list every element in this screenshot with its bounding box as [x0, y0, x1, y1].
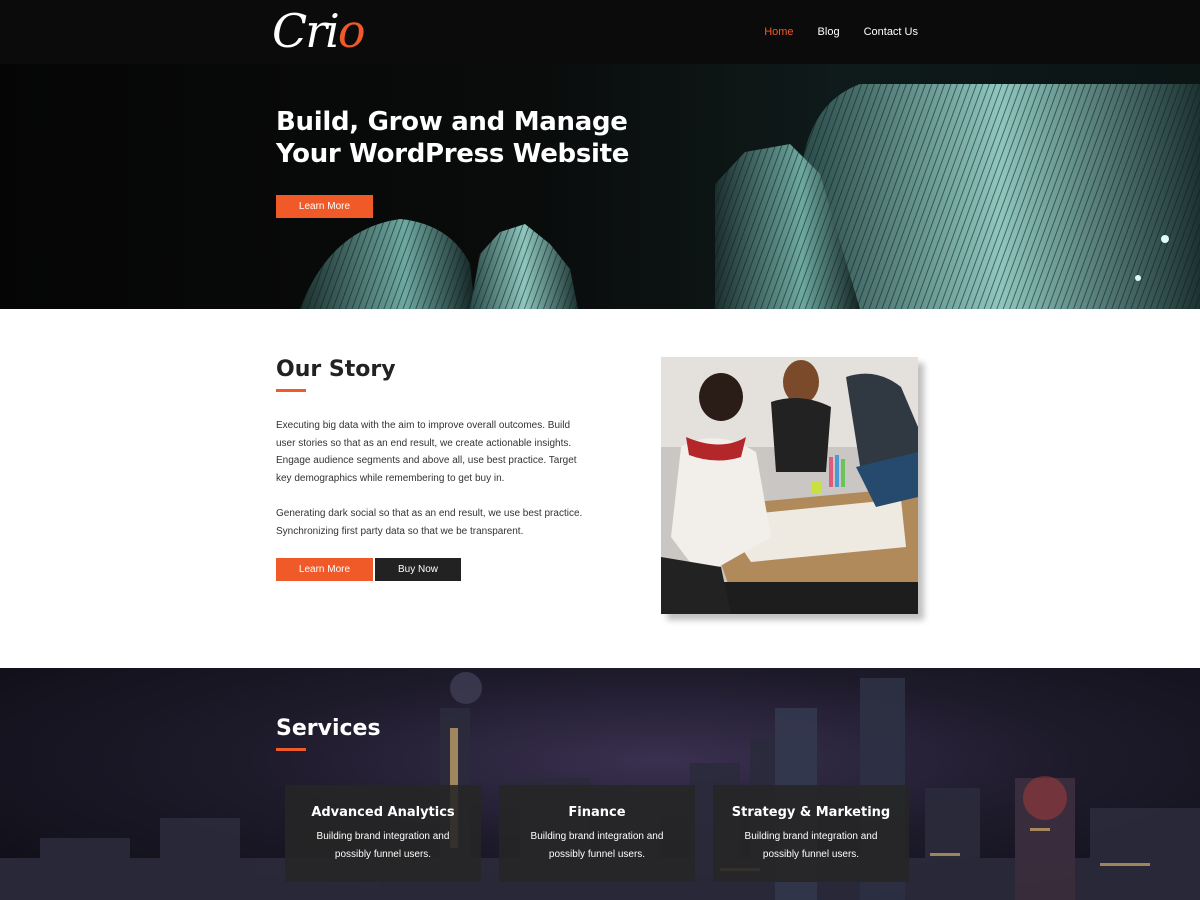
- services-section: Services Advanced Analytics Building bra…: [0, 668, 1200, 900]
- service-card-title: Finance: [568, 805, 626, 820]
- nav-item-blog[interactable]: Blog: [818, 0, 840, 64]
- service-card-strategy[interactable]: Strategy & Marketing Building brand inte…: [713, 785, 909, 882]
- nav-item-home[interactable]: Home: [764, 0, 793, 64]
- story-title: Our Story: [276, 357, 396, 382]
- service-card-title: Strategy & Marketing: [731, 805, 891, 820]
- hero-learn-more-button[interactable]: Learn More: [276, 195, 373, 218]
- hero-title: Build, Grow and Manage Your WordPress We…: [276, 106, 636, 170]
- story-paragraph-1: Executing big data with the aim to impro…: [276, 420, 577, 484]
- story-learn-more-button[interactable]: Learn More: [276, 558, 373, 581]
- main-nav: Home Blog Contact Us: [740, 0, 918, 64]
- hero-banner: Build, Grow and Manage Your WordPress We…: [0, 64, 1200, 309]
- service-card-text: Building brand integration and possibly …: [744, 831, 878, 860]
- hero-skyscrapers-image: [300, 84, 1200, 309]
- site-header: Crio Home Blog Contact Us: [0, 0, 1200, 64]
- services-title: Services: [276, 716, 381, 741]
- team-meeting-photo: [661, 357, 918, 614]
- service-card-text: Building brand integration and possibly …: [316, 831, 450, 860]
- site-logo[interactable]: Crio: [272, 4, 366, 58]
- story-title-underline: [276, 389, 306, 392]
- hero-title-line2: Your WordPress Website: [276, 139, 630, 169]
- logo-text: Cri: [272, 4, 340, 58]
- service-card-analytics[interactable]: Advanced Analytics Building brand integr…: [285, 785, 481, 882]
- buy-now-button[interactable]: Buy Now: [375, 558, 461, 581]
- story-paragraph-2: Generating dark social so that as an end…: [276, 508, 583, 537]
- service-card-text: Building brand integration and possibly …: [530, 831, 664, 860]
- service-card-title: Advanced Analytics: [311, 805, 455, 820]
- our-story-section: Our Story Executing big data with the ai…: [0, 309, 1200, 668]
- service-card-finance[interactable]: Finance Building brand integration and p…: [499, 785, 695, 882]
- services-title-underline: [276, 748, 306, 751]
- logo-accent: o: [337, 4, 366, 58]
- team-meeting-illustration: [661, 357, 918, 614]
- hero-title-line1: Build, Grow and Manage: [276, 107, 628, 137]
- nav-item-contact[interactable]: Contact Us: [864, 0, 918, 64]
